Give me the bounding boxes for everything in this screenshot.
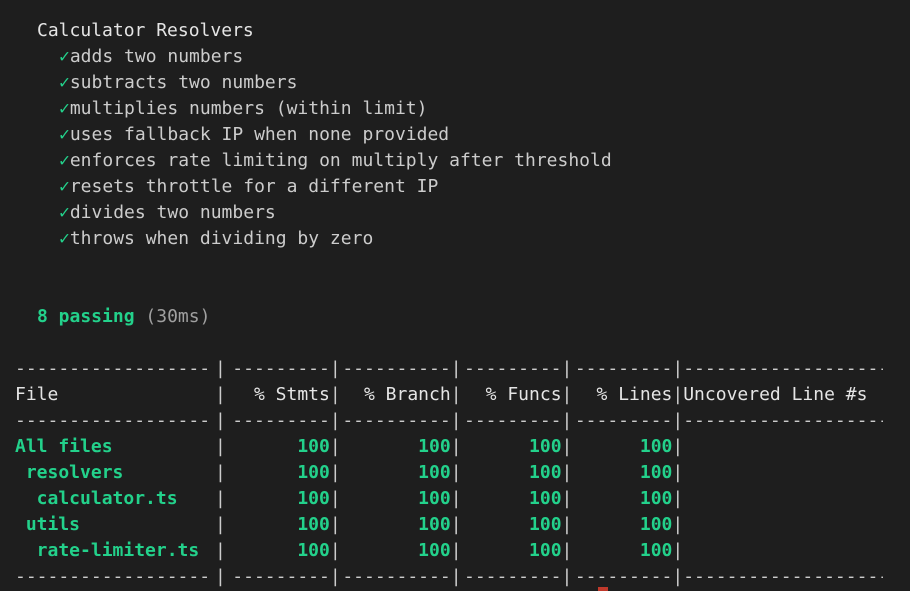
funcs-value: 100 (529, 436, 562, 457)
test-item: ✓resets throttle for a different IP (15, 174, 910, 200)
branch-value: 100 (418, 462, 451, 483)
test-name: subtracts two numbers (69, 72, 298, 93)
checkmark-icon: ✓ (59, 228, 70, 249)
test-item: ✓uses fallback IP when none provided (15, 122, 910, 148)
funcs-value: 100 (529, 488, 562, 509)
uncovered-value (683, 434, 883, 460)
suite-title: Calculator Resolvers (37, 20, 254, 41)
test-item: ✓divides two numbers (15, 200, 910, 226)
test-item: ✓multiplies numbers (within limit) (15, 96, 910, 122)
checkmark-icon: ✓ (59, 150, 70, 171)
uncovered-value (683, 512, 883, 538)
column-header-funcs: % Funcs (485, 384, 562, 405)
checkmark-icon: ✓ (59, 202, 70, 223)
stmts-value: 100 (297, 462, 330, 483)
branch-value: 100 (418, 514, 451, 535)
checkmark-icon: ✓ (59, 72, 70, 93)
checkmark-icon: ✓ (59, 98, 70, 119)
uncovered-value (683, 460, 883, 486)
test-name: enforces rate limiting on multiply after… (69, 150, 612, 171)
table-row: rate-limiter.ts | 100 | 100 | 100 | 100 | (15, 538, 910, 564)
terminal-output: Calculator Resolvers ✓adds two numbers ✓… (15, 18, 910, 591)
test-summary: 8 passing (30ms) (15, 304, 910, 330)
table-row: resolvers | 100 | 100 | 100 | 100 | (15, 460, 910, 486)
funcs-value: 100 (529, 462, 562, 483)
column-header-file: File (15, 384, 59, 405)
stmts-value: 100 (297, 488, 330, 509)
table-row: utils | 100 | 100 | 100 | 100 | (15, 512, 910, 538)
test-item: ✓subtracts two numbers (15, 70, 910, 96)
branch-value: 100 (418, 540, 451, 561)
test-name: adds two numbers (69, 46, 244, 67)
table-row: All files | 100 | 100 | 100 | 100 | (15, 434, 910, 460)
test-name: resets throttle for a different IP (69, 176, 439, 197)
column-header-stmts: % Stmts (253, 384, 330, 405)
lines-value: 100 (639, 514, 673, 535)
lines-value: 100 (639, 488, 673, 509)
lines-value: 100 (639, 462, 673, 483)
lines-value: 100 (639, 436, 673, 457)
funcs-value: 100 (529, 540, 562, 561)
terminal-cursor (598, 587, 608, 591)
coverage-table: ------------------ | --------- | ---------- |… (15, 356, 910, 590)
checkmark-icon: ✓ (59, 46, 70, 67)
stmts-value: 100 (297, 540, 330, 561)
stmts-value: 100 (297, 436, 330, 457)
funcs-value: 100 (529, 514, 562, 535)
test-name: multiplies numbers (within limit) (69, 98, 428, 119)
file-name: resolvers (15, 462, 124, 483)
file-name: All files (15, 436, 113, 457)
file-name: utils (15, 514, 81, 535)
lines-value: 100 (639, 540, 673, 561)
uncovered-value (683, 538, 883, 564)
test-item: ✓adds two numbers (15, 44, 910, 70)
checkmark-icon: ✓ (59, 124, 70, 145)
table-divider: ------------------ | --------- | ---------- |… (15, 410, 884, 431)
column-header-uncovered: Uncovered Line #s (683, 384, 868, 405)
table-header: File |% Stmts |% Branch |% Funcs |% Lines | Un… (15, 382, 910, 408)
test-item: ✓enforces rate limiting on multiply afte… (15, 148, 910, 174)
branch-value: 100 (418, 488, 451, 509)
test-duration: (30ms) (145, 306, 211, 327)
test-list: ✓adds two numbers ✓subtracts two numbers… (15, 44, 910, 252)
table-divider: ------------------ | --------- | ---------- |… (15, 358, 884, 379)
test-name: divides two numbers (69, 202, 276, 223)
file-name: calculator.ts (15, 488, 178, 509)
branch-value: 100 (418, 436, 451, 457)
test-item: ✓throws when dividing by zero (15, 226, 910, 252)
stmts-value: 100 (297, 514, 330, 535)
uncovered-value (683, 486, 883, 512)
column-header-branch: % Branch (363, 384, 451, 405)
test-name: uses fallback IP when none provided (69, 124, 450, 145)
column-header-lines: % Lines (596, 384, 673, 405)
test-name: throws when dividing by zero (69, 228, 374, 249)
table-row: calculator.ts | 100 | 100 | 100 | 100 | (15, 486, 910, 512)
file-name: rate-limiter.ts (15, 540, 200, 561)
checkmark-icon: ✓ (59, 176, 70, 197)
passing-count: 8 passing (37, 306, 135, 327)
table-divider: ------------------ | --------- | ---------- |… (15, 566, 884, 587)
